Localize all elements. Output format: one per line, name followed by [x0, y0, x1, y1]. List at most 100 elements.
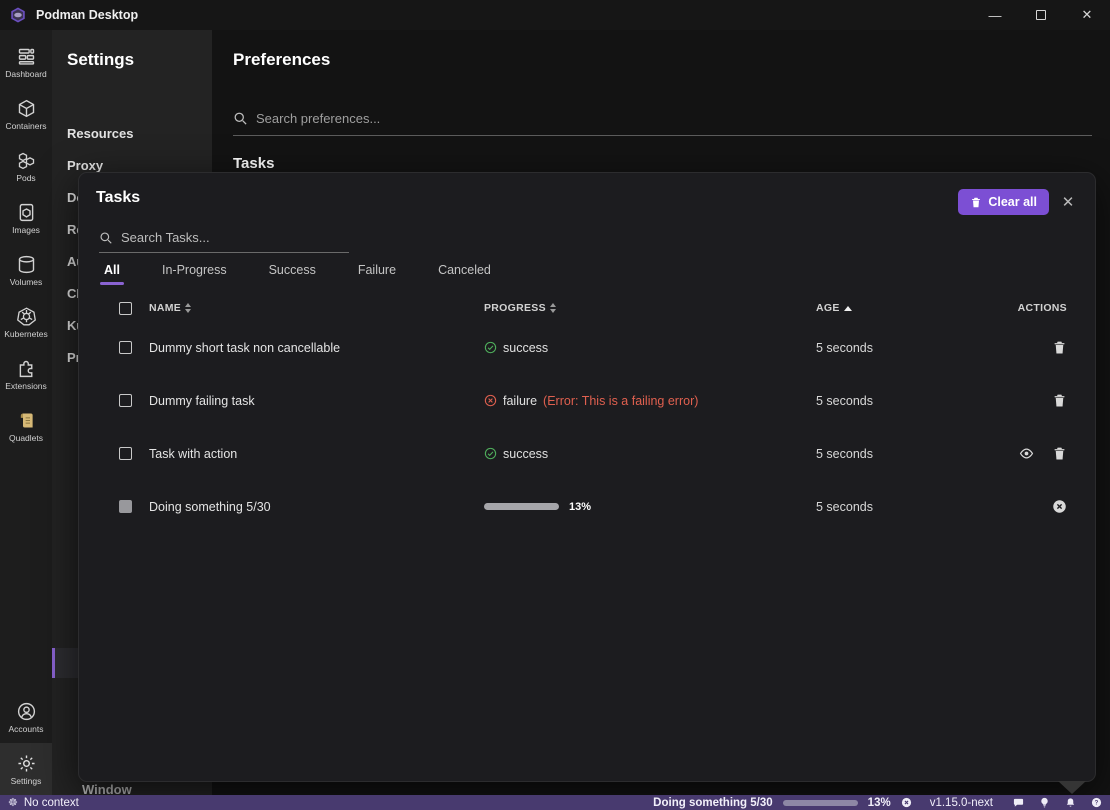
success-icon	[484, 341, 497, 354]
tasks-search[interactable]	[99, 223, 349, 253]
close-button[interactable]: ✕	[1064, 0, 1110, 30]
settings-nav-item-proxy[interactable]: Proxy	[67, 158, 103, 173]
version-label[interactable]: v1.15.0-next	[930, 797, 993, 809]
failure-icon	[484, 394, 497, 407]
cancel-task-icon[interactable]	[901, 797, 912, 808]
delete-task-icon[interactable]	[1052, 393, 1067, 408]
statusbar-task-label[interactable]: Doing something 5/30	[653, 797, 773, 809]
tasks-modal: Tasks Clear all ✕ All In-Progress Succes…	[78, 172, 1096, 782]
sidebar-item-dashboard[interactable]: Dashboard	[0, 36, 52, 88]
minimize-button[interactable]: —	[972, 0, 1018, 30]
sidebar-item-images[interactable]: Images	[0, 192, 52, 244]
sidebar-item-settings[interactable]: Settings	[0, 743, 52, 795]
tab-in-progress[interactable]: In-Progress	[162, 263, 227, 285]
task-name: Dummy failing task	[149, 394, 484, 408]
accounts-icon	[16, 701, 37, 722]
row-checkbox[interactable]	[119, 447, 132, 460]
task-name: Doing something 5/30	[149, 500, 484, 514]
sort-ascending-icon	[844, 306, 852, 311]
task-status: success	[503, 341, 548, 355]
task-age: 5 seconds	[816, 394, 986, 408]
kubernetes-context-icon: ☸	[8, 796, 18, 809]
tab-all[interactable]: All	[104, 263, 120, 285]
row-checkbox[interactable]	[119, 341, 132, 354]
dashboard-icon	[16, 46, 37, 67]
tasks-tabs: All In-Progress Success Failure Canceled	[104, 263, 491, 285]
column-header-progress[interactable]: PROGRESS	[484, 302, 816, 314]
sidebar-item-containers[interactable]: Containers	[0, 88, 52, 140]
lightbulb-icon[interactable]	[1039, 797, 1050, 808]
containers-icon	[16, 98, 37, 119]
table-row: Dummy failing task failure (Error: This …	[79, 374, 1097, 427]
settings-nav-item-resources[interactable]: Resources	[67, 126, 133, 141]
tab-canceled[interactable]: Canceled	[438, 263, 491, 285]
page-title: Preferences	[233, 50, 330, 70]
trash-icon	[970, 196, 982, 209]
sidebar-item-accounts[interactable]: Accounts	[0, 691, 52, 743]
row-checkbox-disabled	[119, 500, 132, 513]
column-header-age[interactable]: AGE	[816, 302, 986, 314]
task-progress-bar	[484, 503, 559, 510]
task-name: Task with action	[149, 447, 484, 461]
preferences-search[interactable]	[233, 102, 1092, 136]
task-name: Dummy short task non cancellable	[149, 341, 484, 355]
tasks-section-title: Tasks	[233, 155, 274, 172]
table-header-row: NAME PROGRESS AGE ACTIONS	[79, 295, 1097, 321]
clear-all-button[interactable]: Clear all	[958, 189, 1049, 215]
sidebar-item-pods[interactable]: Pods	[0, 140, 52, 192]
sort-icon	[550, 303, 556, 313]
podman-logo-icon	[9, 6, 27, 24]
table-row: Task with action success 5 seconds	[79, 427, 1097, 480]
tab-failure[interactable]: Failure	[358, 263, 396, 285]
kubernetes-icon	[16, 306, 37, 327]
scroll-down-indicator	[1058, 781, 1086, 794]
extensions-icon	[16, 358, 37, 379]
column-header-name[interactable]: NAME	[149, 302, 484, 314]
status-bar: ☸ No context Doing something 5/30 13% v1…	[0, 795, 1110, 810]
tab-success[interactable]: Success	[269, 263, 316, 285]
images-icon	[16, 202, 37, 223]
app-title: Podman Desktop	[36, 8, 972, 22]
task-age: 5 seconds	[816, 500, 986, 514]
help-icon[interactable]: ?	[1091, 797, 1102, 808]
settings-nav-title: Settings	[52, 30, 212, 70]
task-status: failure	[503, 394, 537, 408]
column-header-actions: ACTIONS	[986, 302, 1067, 314]
search-icon	[233, 111, 248, 126]
sidebar-item-quadlets[interactable]: Quadlets	[0, 400, 52, 452]
sidebar-item-kubernetes[interactable]: Kubernetes	[0, 296, 52, 348]
quadlets-icon	[16, 410, 37, 431]
maximize-button[interactable]	[1018, 0, 1064, 30]
pods-icon	[16, 150, 37, 171]
delete-task-icon[interactable]	[1052, 446, 1067, 461]
feedback-icon[interactable]	[1013, 797, 1024, 808]
cancel-task-icon[interactable]	[1052, 499, 1067, 514]
app-sidebar: Dashboard Containers Pods Images Volumes…	[0, 30, 52, 795]
title-bar: Podman Desktop — ✕	[0, 0, 1110, 30]
tasks-table: NAME PROGRESS AGE ACTIONS Dummy short ta…	[79, 295, 1097, 533]
sidebar-item-extensions[interactable]: Extensions	[0, 348, 52, 400]
delete-task-icon[interactable]	[1052, 340, 1067, 355]
modal-close-button[interactable]: ✕	[1057, 191, 1079, 213]
view-task-icon[interactable]	[1019, 446, 1034, 461]
sort-icon	[185, 303, 191, 313]
settings-gear-icon	[16, 753, 37, 774]
kube-context-button[interactable]: ☸ No context	[8, 796, 653, 809]
tasks-search-input[interactable]	[121, 230, 349, 245]
modal-title: Tasks	[96, 189, 140, 207]
statusbar-progress-percent: 13%	[868, 797, 891, 809]
table-row: Dummy short task non cancellable success…	[79, 321, 1097, 374]
task-status: success	[503, 447, 548, 461]
select-all-checkbox[interactable]	[119, 302, 132, 315]
preferences-search-input[interactable]	[256, 111, 1092, 126]
statusbar-progress-bar	[783, 800, 858, 806]
svg-text:?: ?	[1095, 801, 1099, 807]
bell-icon[interactable]	[1065, 797, 1076, 808]
kube-context-label: No context	[24, 797, 79, 809]
maximize-icon	[1036, 10, 1046, 20]
task-age: 5 seconds	[816, 341, 986, 355]
search-icon	[99, 231, 113, 245]
task-error-message: (Error: This is a failing error)	[543, 394, 698, 408]
row-checkbox[interactable]	[119, 394, 132, 407]
sidebar-item-volumes[interactable]: Volumes	[0, 244, 52, 296]
